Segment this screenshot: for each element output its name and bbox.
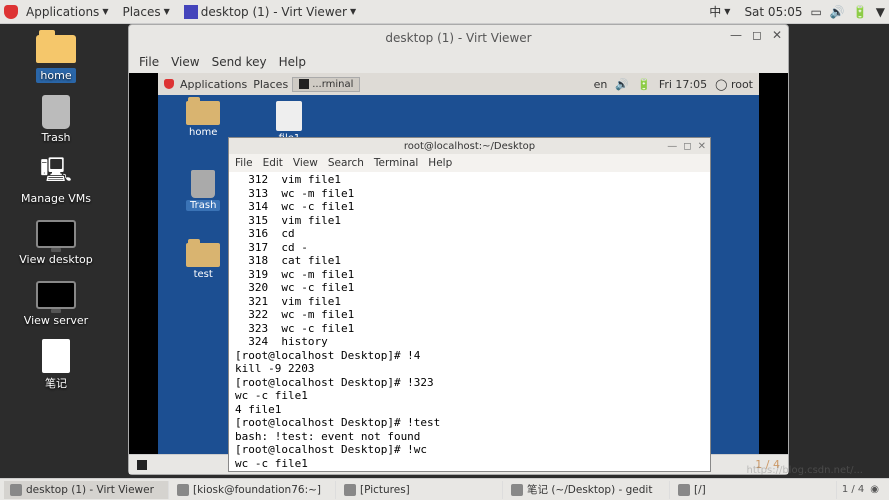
files-root-task-icon xyxy=(678,484,690,496)
screen-icon[interactable]: ▭ xyxy=(811,5,822,19)
virt-menubar: File View Send key Help xyxy=(129,51,788,73)
files-task-icon xyxy=(344,484,356,496)
clock[interactable]: Sat 05:05 xyxy=(744,5,802,19)
workspace-switcher-icon[interactable]: ◉ xyxy=(870,484,879,495)
home-folder-icon[interactable]: home xyxy=(16,32,96,83)
term-terminal-menu[interactable]: Terminal xyxy=(374,157,418,169)
notes-file-icon[interactable]: 笔记 xyxy=(16,339,96,391)
virt-viewer-window: desktop (1) - Virt Viewer — ◻ ✕ File Vie… xyxy=(128,24,789,475)
guest-trash-icon[interactable]: Trash xyxy=(186,170,220,211)
terminal-titlebar[interactable]: root@localhost:~/Desktop — ◻ ✕ xyxy=(229,138,710,154)
view-server-icon[interactable]: View server xyxy=(16,278,96,327)
taskbar-item-terminal[interactable]: [kiosk@foundation76:~] xyxy=(171,481,336,499)
close-button[interactable]: ✕ xyxy=(772,28,782,42)
terminal-menubar: File Edit View Search Terminal Help xyxy=(229,154,710,172)
taskbar-item-pictures[interactable]: [Pictures] xyxy=(338,481,503,499)
view-menu[interactable]: View xyxy=(171,55,199,69)
fedora-logo-icon xyxy=(4,5,18,19)
guest-lang-indicator[interactable]: en xyxy=(594,78,608,91)
virt-viewer-icon xyxy=(184,5,198,19)
term-edit-menu[interactable]: Edit xyxy=(263,157,283,169)
guest-clock[interactable]: Fri 17:05 xyxy=(659,78,707,91)
maximize-button[interactable]: ◻ xyxy=(752,28,762,42)
trash-icon[interactable]: Trash xyxy=(16,95,96,144)
virt-title-text: desktop (1) - Virt Viewer xyxy=(385,31,531,45)
guest-user-menu[interactable]: ◯ root xyxy=(715,78,753,91)
manage-vms-icon[interactable]: 🖳Manage VMs xyxy=(16,156,96,205)
gedit-task-icon xyxy=(511,484,523,496)
applications-menu[interactable]: Applications▼ xyxy=(20,3,114,21)
taskbar-item-root[interactable]: [/] xyxy=(672,481,837,499)
terminal-close-button[interactable]: ✕ xyxy=(698,141,706,152)
terminal-task-icon xyxy=(177,484,189,496)
terminal-maximize-button[interactable]: ◻ xyxy=(683,141,691,152)
host-desktop: home Trash 🖳Manage VMs View desktop View… xyxy=(0,24,889,478)
term-search-menu[interactable]: Search xyxy=(328,157,364,169)
workspace-indicator[interactable]: 1 / 4 xyxy=(842,484,864,495)
guest-screen: Applications Places ...rminal en 🔊 🔋 Fri… xyxy=(129,73,788,454)
guest-battery-icon[interactable]: 🔋 xyxy=(637,78,651,91)
term-file-menu[interactable]: File xyxy=(235,157,253,169)
term-view-menu[interactable]: View xyxy=(293,157,318,169)
terminal-output[interactable]: 312 vim file1 313 wc -m file1 314 wc -c … xyxy=(229,172,710,471)
host-taskbar: desktop (1) - Virt Viewer [kiosk@foundat… xyxy=(0,478,889,500)
system-menu-arrow[interactable]: ▼ xyxy=(876,5,885,19)
virt-page-indicator: 1 / 4 xyxy=(755,458,780,471)
guest-top-panel: Applications Places ...rminal en 🔊 🔋 Fri… xyxy=(158,73,759,95)
battery-icon[interactable]: 🔋 xyxy=(853,5,868,19)
term-help-menu[interactable]: Help xyxy=(428,157,452,169)
terminal-icon xyxy=(299,79,309,89)
taskbar-item-gedit[interactable]: 笔记 (~/Desktop) - gedit xyxy=(505,481,670,499)
minimize-button[interactable]: — xyxy=(730,28,742,42)
terminal-title-text: root@localhost:~/Desktop xyxy=(404,141,535,152)
volume-icon[interactable]: 🔊 xyxy=(830,5,845,19)
guest-terminal-taskbutton[interactable]: ...rminal xyxy=(292,77,360,92)
sendkey-menu[interactable]: Send key xyxy=(212,55,267,69)
places-menu[interactable]: Places▼ xyxy=(116,3,175,21)
active-app-menu[interactable]: desktop (1) - Virt Viewer▼ xyxy=(178,3,362,21)
status-terminal-icon xyxy=(137,460,147,470)
guest-applications-menu[interactable]: Applications xyxy=(180,78,247,91)
guest-home-icon[interactable]: home xyxy=(186,101,220,138)
help-menu[interactable]: Help xyxy=(279,55,306,69)
view-desktop-icon[interactable]: View desktop xyxy=(16,217,96,266)
host-top-panel: Applications▼ Places▼ desktop (1) - Virt… xyxy=(0,0,889,24)
guest-logo-icon xyxy=(164,79,174,89)
virt-window-title[interactable]: desktop (1) - Virt Viewer — ◻ ✕ xyxy=(129,25,788,51)
taskbar-item-virtviewer[interactable]: desktop (1) - Virt Viewer xyxy=(4,481,169,499)
guest-desktop[interactable]: Applications Places ...rminal en 🔊 🔋 Fri… xyxy=(158,73,759,454)
ime-indicator[interactable]: 中▼ xyxy=(703,1,736,22)
guest-places-menu[interactable]: Places xyxy=(253,78,288,91)
terminal-window: root@localhost:~/Desktop — ◻ ✕ File Edit… xyxy=(228,137,711,472)
file-menu[interactable]: File xyxy=(139,55,159,69)
virtviewer-task-icon xyxy=(10,484,22,496)
guest-volume-icon[interactable]: 🔊 xyxy=(615,78,629,91)
guest-test-folder-icon[interactable]: test xyxy=(186,243,220,280)
terminal-minimize-button[interactable]: — xyxy=(667,141,677,152)
